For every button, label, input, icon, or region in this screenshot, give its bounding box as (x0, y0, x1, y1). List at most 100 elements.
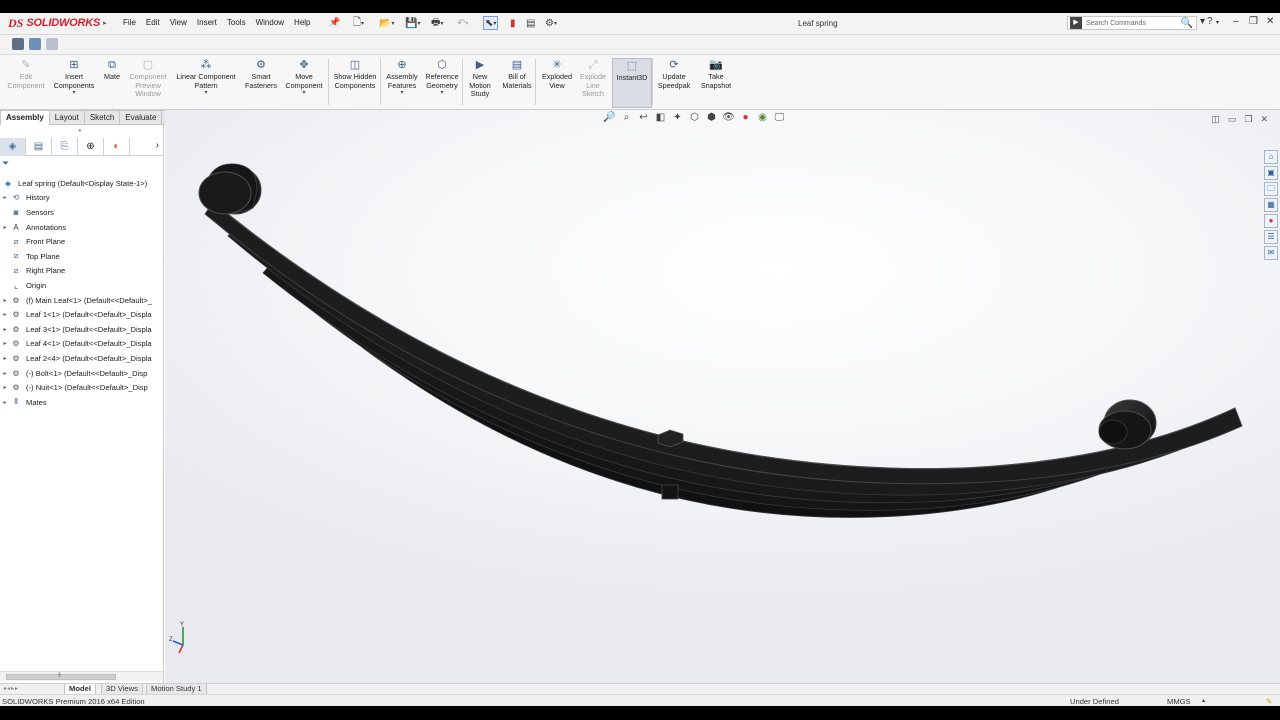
ribbon-assembly-features-button[interactable]: ⊕ Assembly Features ▾ (383, 58, 421, 108)
select-button[interactable]: ⬉ ▾ (483, 16, 499, 30)
units-dropdown-icon[interactable]: ▴ (1202, 697, 1205, 704)
ribbon-exploded-view-button[interactable]: ✳ Exploded View (538, 58, 576, 108)
tab-layout[interactable]: Layout (49, 110, 85, 125)
logo-expand-icon[interactable]: ▸ (103, 19, 107, 27)
property-manager-tab[interactable]: ▤ (26, 137, 52, 156)
ribbon-reference-geometry-button[interactable]: ⬡ Reference Geometry ▾ (421, 58, 463, 108)
menu-help[interactable]: Help (289, 18, 315, 27)
help-dropdown-icon[interactable]: ▾ (1216, 19, 1219, 26)
tree-item-top-plane[interactable]: ⧄ Top Plane (0, 249, 163, 264)
ribbon-explode-line-sketch-button[interactable]: ⤢ Explode Line Sketch (576, 58, 610, 108)
file-properties-button[interactable]: ▤ (526, 16, 535, 30)
dimxpert-manager-tab[interactable]: ⊕ (78, 137, 104, 156)
view-icon[interactable] (29, 38, 41, 50)
new-document-button[interactable]: 🗋 ▾ (353, 16, 364, 30)
tree-item-leaf-3-1-default-default-displa[interactable]: ▸ ⚙ Leaf 3<1> (Default<<Default>_Displa (0, 322, 163, 337)
tab-navigation-icons[interactable]: ◂◂▸▸ (3, 685, 19, 692)
search-dropdown-icon[interactable]: ▾ (1200, 16, 1205, 27)
close-icon[interactable]: ✕ (1266, 16, 1274, 27)
restore-icon[interactable]: ❐ (1249, 16, 1258, 27)
expand-arrow-icon[interactable]: ▸ (0, 355, 10, 362)
solidworks-logo[interactable]: DS SOLIDWORKS ▸ (8, 15, 107, 31)
ribbon-edit-component-button[interactable]: ✎ Edit Component (4, 58, 48, 108)
search-box[interactable]: ▶ Search Commands 🔍 (1067, 16, 1197, 30)
search-input[interactable]: Search Commands (1086, 20, 1181, 27)
tab-sketch[interactable]: Sketch (84, 110, 121, 125)
menu-view[interactable]: View (165, 18, 192, 27)
ribbon-linear-component-pattern-button[interactable]: ⁂ Linear Component Pattern ▾ (172, 58, 240, 108)
ribbon-show-hidden-components-button[interactable]: ◫ Show Hidden Components (332, 58, 378, 108)
ribbon-smart-fasteners-button[interactable]: ⚙ Smart Fasteners (242, 58, 280, 108)
units-selector[interactable]: MMGS (1167, 697, 1191, 706)
filter-icon[interactable]: ⏷ (2, 158, 9, 169)
options-button[interactable]: ⚙ ▾ (545, 16, 557, 30)
expand-arrow-icon[interactable]: ▸ (0, 297, 10, 304)
tree-item-mates[interactable]: ▸ ⫴ Mates (0, 395, 163, 410)
minimize-icon[interactable]: – (1233, 16, 1239, 27)
rebuild-button[interactable]: ▮ (510, 16, 516, 30)
camera-icon[interactable] (12, 38, 24, 50)
component-icon[interactable] (46, 38, 58, 50)
dropdown-caret-icon[interactable]: ▾ (302, 90, 305, 97)
display-manager-tab[interactable]: ◐ (104, 137, 130, 156)
expand-arrow-icon[interactable]: ▸ (0, 399, 10, 406)
tab-evaluate[interactable]: Evaluate (120, 110, 163, 125)
tree-item-f-main-leaf-1-default-default[interactable]: ▸ ⚙ (f) Main Leaf<1> (Default<<Default>_ (0, 293, 163, 308)
expand-arrow-icon[interactable]: ▸ (0, 224, 10, 231)
ribbon-component-preview-window-button[interactable]: ▢ Component Preview Window (126, 58, 170, 108)
tree-item-annotations[interactable]: ▸ A Annotations (0, 220, 163, 235)
expand-arrow-icon[interactable]: ▸ (0, 340, 10, 347)
tab-assembly[interactable]: Assembly (0, 110, 50, 125)
expand-arrow-icon[interactable]: ▸ (0, 326, 10, 333)
scrollbar-thumb[interactable] (6, 674, 116, 680)
leaf-spring-model[interactable]: Z Y (165, 110, 1280, 683)
menu-edit[interactable]: Edit (141, 18, 165, 27)
print-button[interactable]: 🖶 ▾ (431, 16, 443, 30)
dropdown-caret-icon[interactable]: ▾ (204, 90, 207, 97)
tree-item-front-plane[interactable]: ⧄ Front Plane (0, 234, 163, 249)
ribbon-bill-of-materials-button[interactable]: ▤ Bill of Materials (498, 58, 536, 108)
open-button[interactable]: 📂 ▾ (379, 16, 394, 30)
panel-horizontal-scrollbar[interactable]: ⦀ (0, 671, 163, 681)
ribbon-move-component-button[interactable]: ✥ Move Component ▾ (282, 58, 326, 108)
tree-item-right-plane[interactable]: ⧄ Right Plane (0, 264, 163, 279)
tree-item-sensors[interactable]: ◙ Sensors (0, 205, 163, 220)
menu-insert[interactable]: Insert (192, 18, 222, 27)
ribbon-update-speedpak-button[interactable]: ⟳ Update Speedpak (654, 58, 694, 108)
center-bolt[interactable] (661, 484, 679, 500)
tree-root[interactable]: ◈ Leaf spring (Default<Display State-1>) (0, 176, 163, 191)
feature-manager-tab[interactable]: ◈ (0, 137, 26, 156)
configuration-manager-tab[interactable]: ⎘ (52, 137, 78, 156)
save-button[interactable]: 💾 ▾ (405, 16, 420, 30)
expand-arrow-icon[interactable]: ▸ (0, 311, 10, 318)
ribbon-instant3d-button[interactable]: ⬚ Instant3D (612, 58, 652, 108)
ribbon-new-motion-study-button[interactable]: ▶ New Motion Study (465, 58, 495, 108)
tree-item-origin[interactable]: ⌞ Origin (0, 278, 163, 293)
search-icon[interactable]: 🔍 (1181, 18, 1193, 29)
more-tabs-icon[interactable]: › (156, 140, 159, 151)
menu-file[interactable]: File (118, 18, 141, 27)
graphics-viewport[interactable]: 🔎 ⌕ ↩ ◧ ✦ ⬡ ⬢ 👁 ● ◉ 🖵 ◫ ▭ ❐ ✕ ⌂ ▣ 🗀 ▦ ● … (165, 110, 1280, 683)
pin-menu-icon[interactable]: 📌 (329, 17, 340, 28)
rebuild-status-icon[interactable]: ✎ (1266, 697, 1272, 706)
panel-grip-icon[interactable]: ● (78, 128, 82, 134)
dropdown-caret-icon[interactable]: ▾ (400, 90, 403, 97)
tree-item-leaf-1-1-default-default-displa[interactable]: ▸ ⚙ Leaf 1<1> (Default<<Default>_Displa (0, 307, 163, 322)
tree-item-bolt-1-default-default-disp[interactable]: ▸ ⚙ (-) Bolt<1> (Default<<Default>_Disp (0, 366, 163, 381)
expand-arrow-icon[interactable]: ▸ (0, 370, 10, 377)
tree-item-nuit-1-default-default-disp[interactable]: ▸ ⚙ (-) Nuit<1> (Default<<Default>_Disp (0, 380, 163, 395)
tree-item-leaf-4-1-default-default-displa[interactable]: ▸ ⚙ Leaf 4<1> (Default<<Default>_Displa (0, 337, 163, 352)
dropdown-caret-icon[interactable]: ▾ (72, 90, 75, 97)
undo-button[interactable]: ↶ ▾ (457, 16, 468, 30)
dropdown-caret-icon[interactable]: ▾ (440, 90, 443, 97)
ribbon-take-snapshot-button[interactable]: 📷 Take Snapshot (697, 58, 735, 108)
menu-window[interactable]: Window (251, 18, 289, 27)
menu-tools[interactable]: Tools (222, 18, 251, 27)
expand-arrow-icon[interactable]: ▸ (0, 194, 10, 201)
tree-item-leaf-2-4-default-default-displa[interactable]: ▸ ⚙ Leaf 2<4> (Default<<Default>_Displa (0, 351, 163, 366)
expand-arrow-icon[interactable]: ▸ (0, 384, 10, 391)
ribbon-mate-button[interactable]: ⧉ Mate (100, 58, 124, 108)
ribbon-insert-components-button[interactable]: ⊞ Insert Components ▾ (52, 58, 96, 108)
tree-item-history[interactable]: ▸ ⟲ History (0, 191, 163, 206)
help-icon[interactable]: ? (1207, 16, 1213, 27)
